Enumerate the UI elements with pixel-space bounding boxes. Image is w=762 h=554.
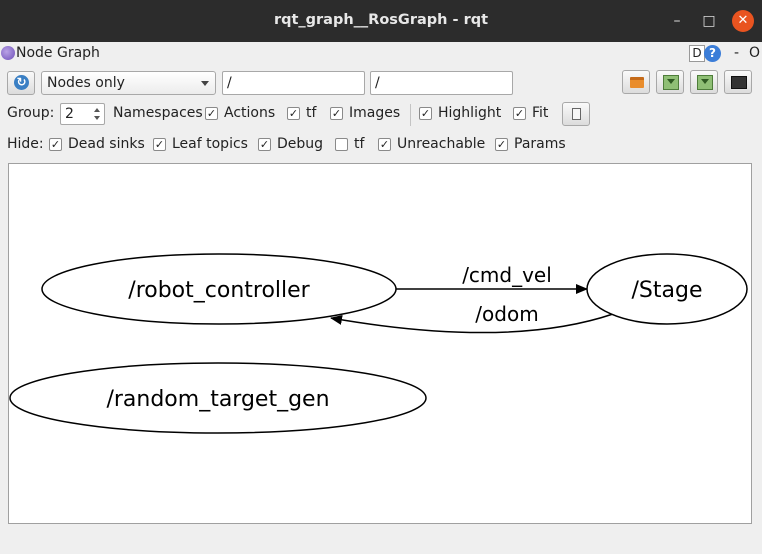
window-titlebar: rqt_graph__RosGraph - rqt – □ ✕	[0, 0, 762, 42]
params-label: Params	[514, 136, 566, 152]
dead-sinks-label: Dead sinks	[68, 136, 145, 152]
plugin-icon	[1, 46, 15, 60]
fit-in-view-button[interactable]	[562, 102, 590, 126]
tf-group-label: tf	[306, 105, 317, 121]
open-icon	[630, 77, 644, 88]
images-checkbox[interactable]: ✓	[330, 107, 343, 120]
graph-mode-select[interactable]: Nodes only	[41, 71, 216, 95]
dock-minimize-button[interactable]: -	[734, 45, 739, 61]
edge-label-odom: /odom	[475, 302, 538, 326]
spin-down-icon[interactable]	[94, 116, 100, 120]
fit-view-icon	[572, 108, 581, 120]
close-button[interactable]: ✕	[732, 10, 754, 32]
unreachable-checkbox[interactable]: ✓	[378, 138, 391, 151]
namespaces-checkbox[interactable]: ✓	[205, 107, 218, 120]
refresh-button[interactable]: ↻	[7, 71, 35, 95]
window-title: rqt_graph__RosGraph - rqt	[273, 12, 489, 28]
group-spinbox[interactable]: 2	[60, 103, 105, 125]
load-dot-button[interactable]	[622, 70, 650, 94]
highlight-label: Highlight	[438, 105, 502, 121]
highlight-checkbox[interactable]: ✓	[419, 107, 432, 120]
debug-label: Debug	[277, 136, 324, 152]
dock-header: Node Graph D ? - O	[0, 42, 762, 66]
dock-options-button[interactable]: O	[749, 45, 760, 61]
dock-d-button[interactable]: D	[689, 45, 705, 62]
edge-label-cmd-vel: /cmd_vel	[462, 263, 552, 287]
help-icon[interactable]: ?	[704, 45, 721, 62]
topic-filter-input[interactable]: /	[370, 71, 513, 95]
namespaces-label: Namespaces	[113, 105, 203, 121]
tf-group-checkbox[interactable]: ✓	[287, 107, 300, 120]
toolbar-separator	[410, 104, 411, 126]
save-dot-button[interactable]	[656, 70, 684, 94]
node-label-robot-controller: /robot_controller	[128, 278, 310, 303]
graph-svg: /cmd_vel /odom /robot_controller /Stage …	[9, 253, 748, 434]
fit-checkbox[interactable]: ✓	[513, 107, 526, 120]
spin-up-icon[interactable]	[94, 108, 100, 112]
images-label: Images	[349, 105, 401, 121]
unreachable-label: Unreachable	[397, 136, 486, 152]
graph-edge-odom[interactable]	[330, 313, 614, 334]
save-image-button[interactable]	[724, 70, 752, 94]
hide-label: Hide:	[7, 136, 44, 152]
graph-canvas[interactable]: /cmd_vel /odom /robot_controller /Stage …	[8, 163, 752, 524]
params-checkbox[interactable]: ✓	[495, 138, 508, 151]
refresh-icon: ↻	[14, 75, 29, 90]
graph-mode-value: Nodes only	[47, 75, 125, 91]
group-value: 2	[65, 106, 74, 122]
save-dot-icon	[663, 75, 679, 90]
dead-sinks-checkbox[interactable]: ✓	[49, 138, 62, 151]
save-svg-button[interactable]	[690, 70, 718, 94]
chevron-down-icon	[201, 81, 209, 86]
node-label-stage: /Stage	[632, 278, 703, 303]
group-label: Group:	[7, 105, 55, 121]
node-label-random-target-gen: /random_target_gen	[106, 387, 329, 412]
screenshot-icon	[731, 76, 747, 89]
dock-title: Node Graph	[16, 45, 100, 61]
maximize-button[interactable]: □	[698, 10, 720, 32]
node-filter-input[interactable]: /	[222, 71, 365, 95]
tf-hide-checkbox[interactable]	[335, 138, 348, 151]
leaf-topics-checkbox[interactable]: ✓	[153, 138, 166, 151]
debug-checkbox[interactable]: ✓	[258, 138, 271, 151]
tf-hide-label: tf	[354, 136, 365, 152]
actions-label: Actions	[224, 105, 276, 121]
save-svg-icon	[697, 75, 713, 90]
leaf-topics-label: Leaf topics	[172, 136, 248, 152]
minimize-button[interactable]: –	[666, 10, 688, 32]
fit-label: Fit	[532, 105, 549, 121]
